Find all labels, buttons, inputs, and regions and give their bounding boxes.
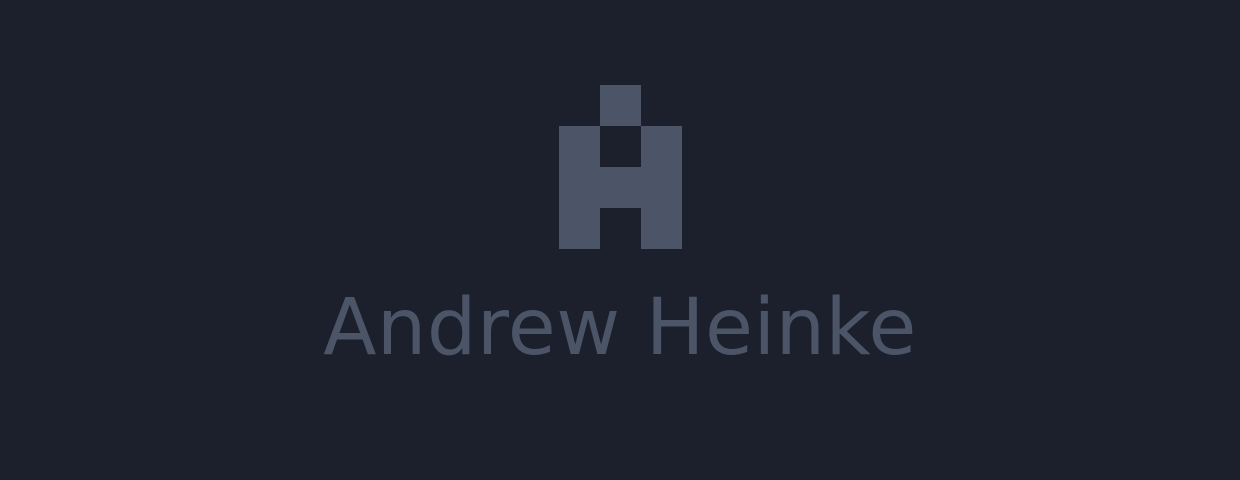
splash-screen: Andrew Heinke [0, 0, 1240, 480]
logo-top-block [600, 85, 641, 126]
pixel-h-logo-icon [559, 85, 682, 249]
logo-crossbar [600, 167, 641, 208]
logo-right-pillar [641, 126, 682, 249]
brand-name: Andrew Heinke [323, 283, 917, 373]
logo-left-pillar [559, 126, 600, 249]
